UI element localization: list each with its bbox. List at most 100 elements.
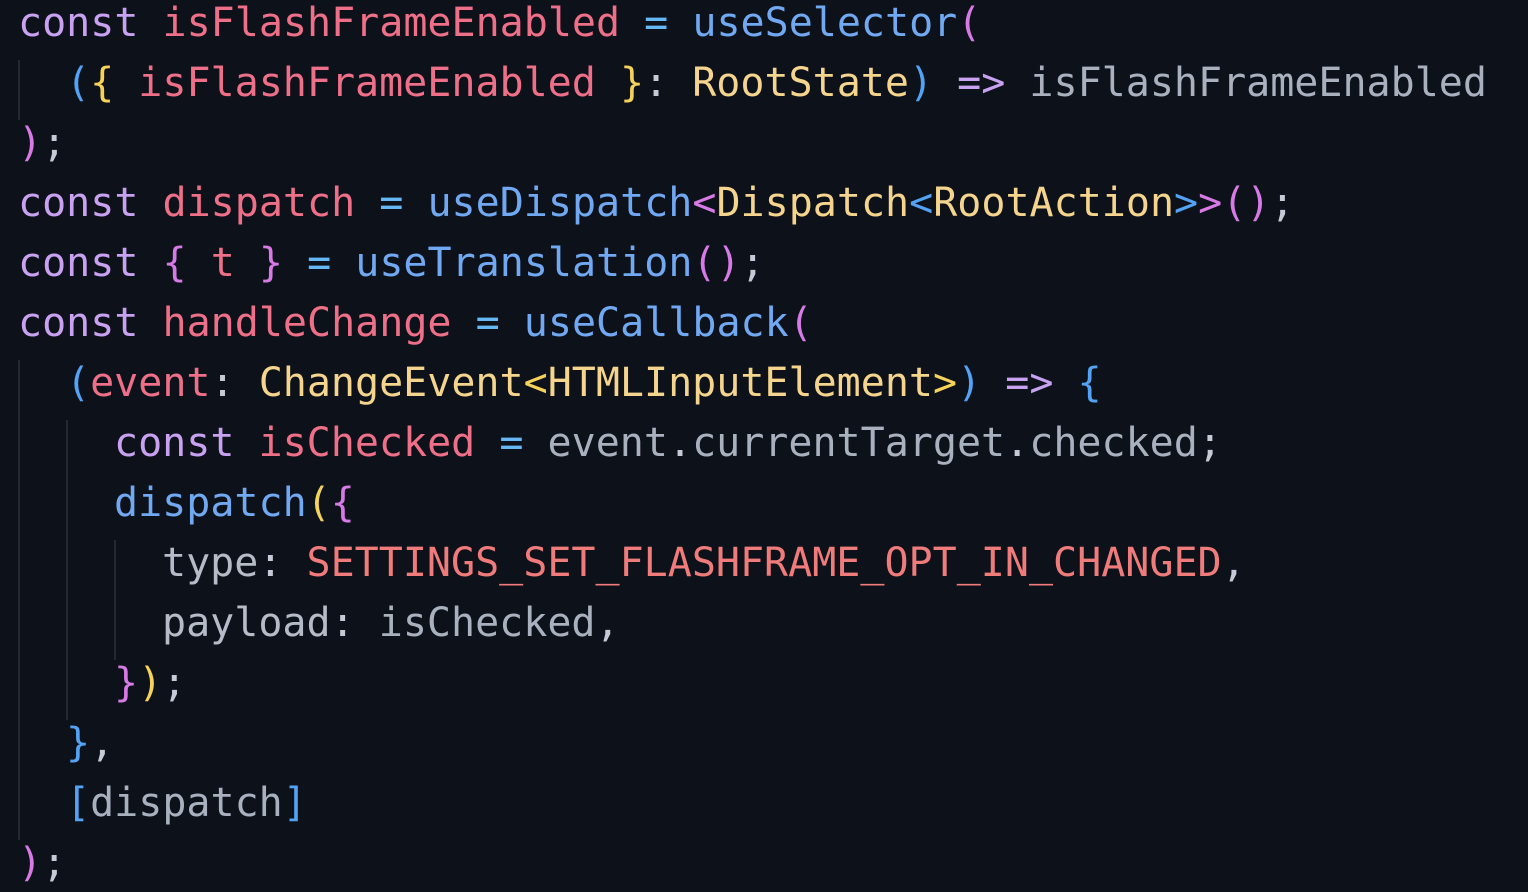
code-token: =: [644, 0, 669, 46]
code-line[interactable]: const isChecked = event.currentTarget.ch…: [0, 420, 1528, 480]
indent-guide: [18, 720, 20, 780]
code-line[interactable]: (event: ChangeEvent<HTMLInputElement>) =…: [0, 360, 1528, 420]
code-line[interactable]: type: SETTINGS_SET_FLASHFRAME_OPT_IN_CHA…: [0, 540, 1528, 600]
code-line[interactable]: );: [0, 120, 1528, 180]
code-line[interactable]: dispatch({: [0, 480, 1528, 540]
code-line[interactable]: const handleChange = useCallback(: [0, 300, 1528, 360]
code-token: isFlashFrameEnabled: [162, 0, 621, 46]
code-line[interactable]: const dispatch = useDispatch<Dispatch<Ro…: [0, 180, 1528, 240]
code-token: ): [18, 840, 43, 886]
code-line[interactable]: },: [0, 720, 1528, 780]
code-token: :: [210, 360, 259, 406]
code-line[interactable]: ({ isFlashFrameEnabled }: RootState) => …: [0, 60, 1528, 120]
indent-guide: [18, 420, 20, 480]
code-token: event: [90, 360, 211, 406]
code-line[interactable]: payload: isChecked,: [0, 600, 1528, 660]
code-token: ]: [282, 780, 307, 826]
code-token: ;: [42, 840, 67, 886]
code-token: (: [788, 300, 813, 346]
code-token: checked: [1029, 420, 1198, 466]
code-token: useSelector: [692, 0, 958, 46]
indent-guide: [66, 420, 68, 480]
code-token: {: [330, 480, 355, 526]
code-token: <: [523, 360, 548, 406]
code-token: :: [644, 60, 693, 106]
code-token: dispatch: [162, 180, 356, 226]
code-token: {: [162, 240, 187, 286]
indent-guide: [66, 600, 68, 660]
code-token: {: [1077, 360, 1102, 406]
code-token: =>: [1005, 360, 1054, 406]
code-token: ,: [595, 600, 620, 646]
code-editor[interactable]: const isFlashFrameEnabled = useSelector(…: [0, 0, 1528, 892]
code-token: =>: [957, 60, 1006, 106]
code-token: const: [114, 420, 235, 466]
indent-guide: [114, 540, 116, 600]
code-token: useCallback: [523, 300, 789, 346]
indent-guide: [18, 480, 20, 540]
code-token: <: [692, 180, 717, 226]
code-token: }: [258, 240, 283, 286]
indent-guide: [18, 660, 20, 720]
code-token: useTranslation: [355, 240, 693, 286]
indent-guide: [18, 540, 20, 600]
code-token: ): [908, 60, 934, 106]
code-token: }: [114, 660, 139, 706]
code-line[interactable]: const { t } = useTranslation();: [0, 240, 1528, 300]
code-token: ): [957, 360, 982, 406]
code-token: (: [66, 60, 91, 106]
code-token: Dispatch: [716, 180, 910, 226]
code-token: handleChange: [162, 300, 452, 346]
code-token: isFlashFrameEnabled: [138, 60, 596, 106]
code-token: .: [1005, 420, 1030, 466]
code-line[interactable]: const isFlashFrameEnabled = useSelector(: [0, 0, 1528, 60]
code-line[interactable]: });: [0, 660, 1528, 720]
code-line[interactable]: [dispatch]: [0, 780, 1528, 840]
code-token: :: [330, 600, 379, 646]
code-token: currentTarget: [692, 420, 1006, 466]
indent-guide: [18, 60, 20, 120]
code-token: =: [379, 180, 404, 226]
code-token: const: [18, 0, 139, 46]
indent-guide: [18, 360, 20, 420]
code-token: }: [619, 60, 645, 106]
code-token: ;: [1197, 420, 1222, 466]
code-token: isChecked: [378, 600, 596, 646]
code-token: event: [547, 420, 668, 466]
code-token: const: [18, 300, 139, 346]
code-token: ;: [1270, 180, 1295, 226]
code-token: dispatch: [114, 480, 307, 526]
code-token: (: [957, 0, 982, 46]
code-token: ChangeEvent: [258, 360, 524, 406]
code-token: >: [933, 360, 958, 406]
code-token: payload: [162, 600, 331, 646]
indent-guide: [66, 660, 68, 720]
code-token: =: [475, 300, 500, 346]
code-token: useDispatch: [427, 180, 693, 226]
code-token: type: [162, 540, 259, 586]
indent-guide: [18, 600, 20, 660]
code-token: SETTINGS_SET_FLASHFRAME_OPT_IN_CHANGED: [306, 540, 1222, 586]
indent-guide: [114, 600, 116, 660]
code-line[interactable]: );: [0, 840, 1528, 892]
code-token: ,: [90, 720, 115, 766]
code-token: .: [667, 420, 693, 466]
indent-guide: [66, 540, 68, 600]
code-token: =: [307, 240, 332, 286]
code-token: (: [306, 480, 331, 526]
code-token: >: [1174, 180, 1199, 226]
